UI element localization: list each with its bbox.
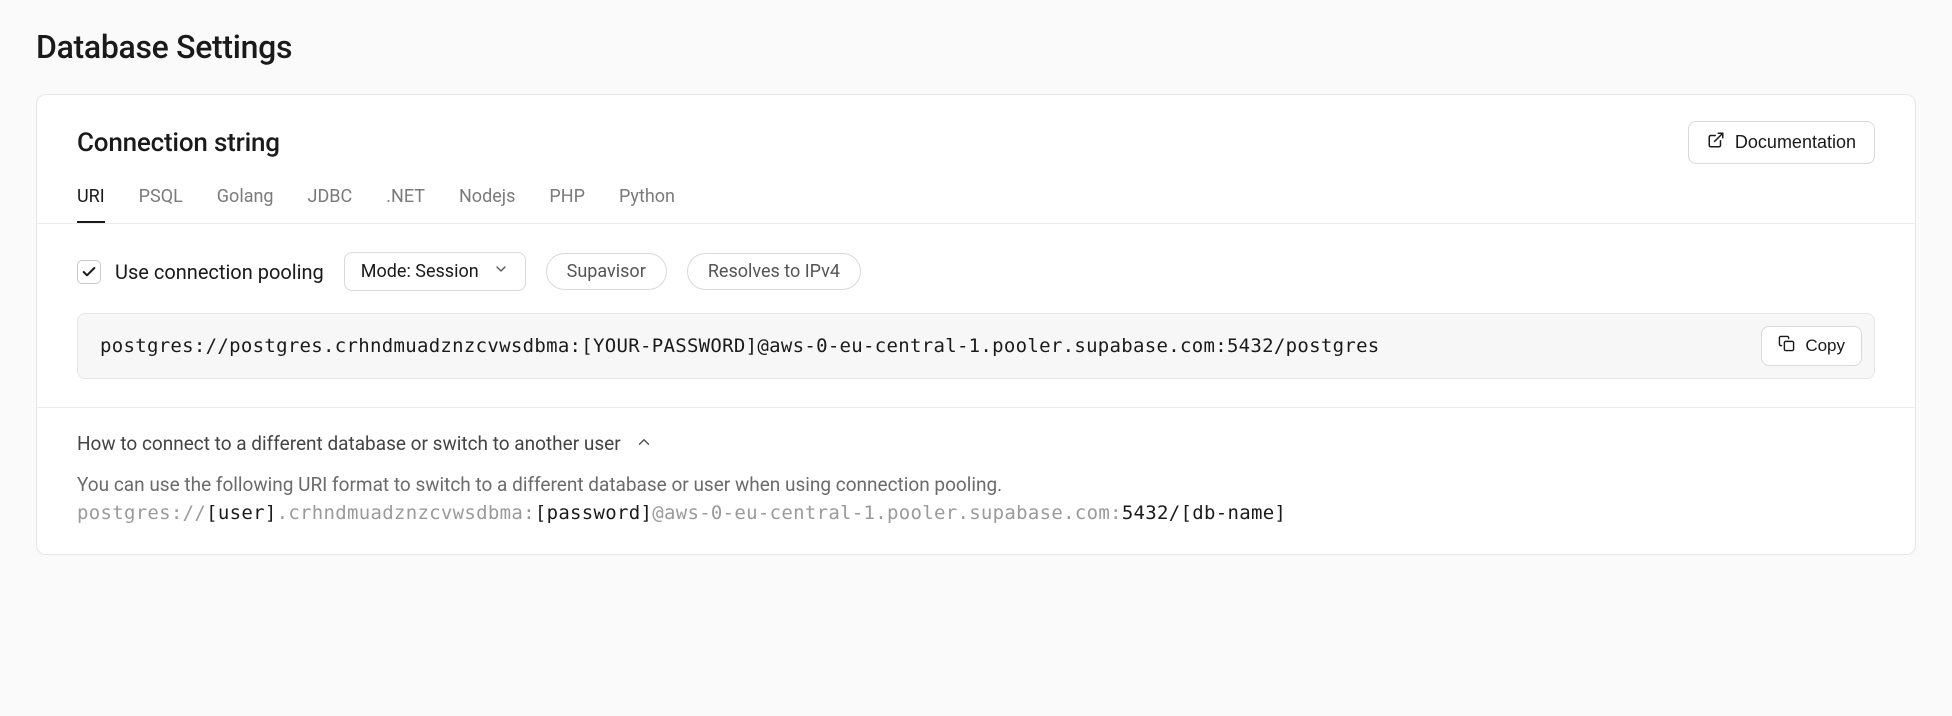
tab-nodejs[interactable]: Nodejs bbox=[459, 186, 515, 223]
tab-jdbc[interactable]: JDBC bbox=[308, 186, 353, 223]
pooling-label: Use connection pooling bbox=[115, 260, 324, 284]
expand-toggle[interactable]: How to connect to a different database o… bbox=[77, 432, 653, 455]
tab-psql[interactable]: PSQL bbox=[139, 186, 183, 223]
chevron-down-icon bbox=[493, 261, 509, 282]
tab-uri[interactable]: URI bbox=[77, 186, 105, 223]
uri-part-host: .pooler.supabase.com: bbox=[875, 502, 1122, 524]
tab-python[interactable]: Python bbox=[619, 186, 675, 223]
controls-row: Use connection pooling Mode: Session Sup… bbox=[37, 224, 1915, 313]
documentation-label: Documentation bbox=[1735, 132, 1856, 153]
uri-part-port: 5432/ bbox=[1122, 502, 1181, 524]
card-heading: Connection string bbox=[77, 128, 280, 158]
connection-string-value[interactable]: postgres://postgres.crhndmuadznzcvwsdbma… bbox=[100, 335, 1380, 357]
tab-dotnet[interactable]: .NET bbox=[386, 186, 425, 223]
mode-label: Mode: Session bbox=[361, 261, 479, 282]
expand-title: How to connect to a different database o… bbox=[77, 432, 621, 455]
tab-php[interactable]: PHP bbox=[549, 186, 585, 223]
copy-label: Copy bbox=[1805, 336, 1845, 356]
connection-string-box: postgres://postgres.crhndmuadznzcvwsdbma… bbox=[77, 313, 1875, 379]
uri-part-dbname: [db-name] bbox=[1181, 502, 1287, 524]
expand-section: How to connect to a different database o… bbox=[37, 408, 1915, 554]
pooling-checkbox-wrap[interactable]: Use connection pooling bbox=[77, 260, 324, 284]
uri-part-projectref: .crhndmuadznzcvwsdbma: bbox=[277, 502, 535, 524]
card-header: Connection string Documentation bbox=[37, 95, 1915, 164]
expand-description: You can use the following URI format to … bbox=[77, 473, 1875, 496]
external-link-icon bbox=[1707, 131, 1725, 154]
tabs: URI PSQL Golang JDBC .NET Nodejs PHP Pyt… bbox=[37, 164, 1915, 224]
pill-ipv4: Resolves to IPv4 bbox=[687, 253, 861, 290]
documentation-button[interactable]: Documentation bbox=[1688, 121, 1875, 164]
chevron-up-icon bbox=[635, 433, 653, 455]
uri-part-user: [user] bbox=[206, 502, 276, 524]
uri-part-at: @aws-0-eu-central-1 bbox=[652, 502, 875, 524]
check-icon bbox=[81, 264, 97, 280]
pill-supavisor: Supavisor bbox=[546, 253, 667, 290]
connection-string-card: Connection string Documentation URI PSQL… bbox=[36, 94, 1916, 555]
pooling-checkbox[interactable] bbox=[77, 260, 101, 284]
uri-format-example: postgres://[user].crhndmuadznzcvwsdbma:[… bbox=[77, 502, 1875, 524]
uri-part-password: [password] bbox=[535, 502, 652, 524]
mode-select[interactable]: Mode: Session bbox=[344, 252, 526, 291]
copy-button[interactable]: Copy bbox=[1761, 326, 1862, 366]
copy-icon bbox=[1778, 335, 1795, 357]
page-title: Database Settings bbox=[36, 28, 1916, 66]
tab-golang[interactable]: Golang bbox=[217, 186, 274, 223]
uri-part-scheme: postgres:// bbox=[77, 502, 206, 524]
